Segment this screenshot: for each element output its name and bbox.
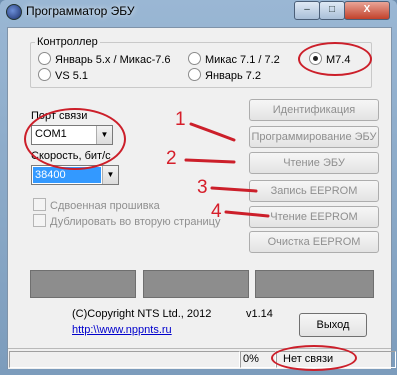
annotation-strokes [184,122,270,218]
annotation-line-4 [224,210,270,218]
title-bar[interactable]: Программатор ЭБУ – □ X [0,0,397,24]
annotation-line-3 [210,186,258,193]
window-title: Программатор ЭБУ [26,4,135,18]
app-window: Программатор ЭБУ – □ X Контроллер Январь… [0,0,397,375]
annotation-line-2 [184,158,236,164]
app-icon [6,4,22,20]
client-area: Контроллер Январь 5.x / Микас-7.6 VS 5.1… [7,27,396,371]
close-button[interactable]: X [344,1,390,20]
maximize-button[interactable]: □ [319,1,345,20]
annotation-line-1 [189,122,236,142]
minimize-button[interactable]: – [294,1,320,20]
